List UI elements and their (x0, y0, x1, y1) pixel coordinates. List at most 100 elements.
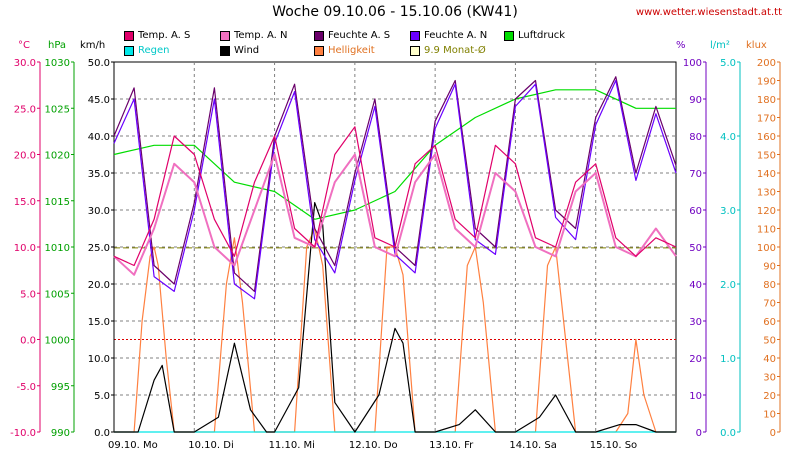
tick-label-temp: 0.0 (20, 336, 36, 347)
x-tick-label: 09.10. Mo (108, 440, 158, 451)
tick-label-light: 110 (757, 225, 776, 236)
tick-label-temp: -5.0 (16, 382, 36, 393)
legend-luftdruck: Luftdruck (504, 30, 565, 41)
tick-label-wind: 15.0 (88, 317, 110, 328)
tick-label-light: 60 (763, 317, 776, 328)
tick-label-light: 140 (757, 169, 776, 180)
x-tick-label: 11.10. Mi (269, 440, 315, 451)
tick-label-humidity: 30 (689, 317, 702, 328)
tick-label-wind: 0.0 (94, 428, 110, 439)
tick-label-light: 170 (757, 114, 776, 125)
tick-label-light: 180 (757, 95, 776, 106)
x-tick-label: 13.10. Fr (429, 440, 474, 451)
legend-temp-a-s: Temp. A. S (124, 30, 190, 41)
tick-label-temp: 30.0 (14, 58, 36, 69)
tick-label-wind: 20.0 (88, 280, 110, 291)
tick-label-light: 120 (757, 206, 776, 217)
legend-wind: Wind (220, 45, 259, 56)
unit-temp: °C (18, 40, 30, 51)
x-tick-label: 15.10. So (590, 440, 637, 451)
tick-label-pressure: 1025 (45, 104, 70, 115)
legend-monat-avg: 9.9 Monat-Ø (410, 45, 486, 56)
tick-label-temp: -10.0 (10, 428, 36, 439)
tick-label-light: 0 (770, 428, 776, 439)
tick-label-temp: 5.0 (20, 289, 36, 300)
legend-swatch (314, 45, 324, 56)
legend-swatch (220, 30, 230, 41)
legend-swatch (410, 45, 420, 56)
tick-label-light: 190 (757, 77, 776, 88)
tick-label-pressure: 995 (51, 382, 70, 393)
legend-swatch (220, 45, 230, 56)
tick-label-rain: 1.0 (720, 354, 736, 365)
tick-label-wind: 35.0 (88, 169, 110, 180)
tick-label-light: 200 (757, 58, 776, 69)
legend-helligkeit: Helligkeit (314, 45, 375, 56)
legend-label: Feuchte A. S (328, 30, 391, 41)
tick-label-light: 10 (763, 410, 776, 421)
legend-swatch (124, 45, 134, 56)
tick-label-temp: 25.0 (14, 104, 36, 115)
tick-label-pressure: 1015 (45, 197, 70, 208)
tick-label-humidity: 100 (683, 58, 702, 69)
tick-label-pressure: 1005 (45, 289, 70, 300)
tick-label-pressure: 1000 (45, 336, 70, 347)
legend-label: Helligkeit (328, 45, 375, 56)
unit-wind: km/h (80, 40, 106, 51)
tick-label-light: 70 (763, 299, 776, 310)
tick-label-wind: 10.0 (88, 354, 110, 365)
unit-pressure: hPa (48, 40, 67, 51)
tick-label-rain: 5.0 (720, 58, 736, 69)
legend-label: Regen (138, 45, 170, 56)
tick-label-light: 80 (763, 280, 776, 291)
tick-label-rain: 4.0 (720, 132, 736, 143)
tick-label-temp: 10.0 (14, 243, 36, 254)
tick-label-pressure: 1020 (45, 151, 70, 162)
tick-label-humidity: 0 (696, 428, 702, 439)
legend-label: Wind (234, 45, 260, 56)
tick-label-humidity: 90 (689, 95, 702, 106)
unit-humidity: % (676, 40, 686, 51)
tick-label-wind: 25.0 (88, 243, 110, 254)
tick-label-humidity: 50 (689, 243, 702, 254)
tick-label-light: 130 (757, 188, 776, 199)
legend-label: Temp. A. N (234, 30, 288, 41)
tick-label-wind: 5.0 (94, 391, 110, 402)
tick-label-light: 40 (763, 354, 776, 365)
tick-label-wind: 40.0 (88, 132, 110, 143)
x-tick-label: 12.10. Do (349, 440, 398, 451)
legend-swatch (504, 30, 514, 41)
tick-label-humidity: 10 (689, 391, 702, 402)
legend-swatch (124, 30, 134, 41)
legend-swatch (314, 30, 324, 41)
weather-chart: 30.025.020.015.010.05.00.0-5.0-10.010301… (10, 58, 781, 451)
tick-label-light: 160 (757, 132, 776, 143)
tick-label-temp: 20.0 (14, 151, 36, 162)
legend-label: Feuchte A. N (424, 30, 488, 41)
tick-label-humidity: 70 (689, 169, 702, 180)
source-url[interactable]: www.wetter.wiesenstadt.at.tt (636, 7, 782, 18)
x-tick-label: 10.10. Di (188, 440, 233, 451)
legend-regen: Regen (124, 45, 170, 56)
legend-label: 9.9 Monat-Ø (424, 45, 486, 56)
tick-label-humidity: 40 (689, 280, 702, 291)
tick-label-pressure: 1010 (45, 243, 70, 254)
tick-label-rain: 2.0 (720, 280, 736, 291)
tick-label-temp: 15.0 (14, 197, 36, 208)
tick-label-light: 90 (763, 262, 776, 273)
tick-label-wind: 30.0 (88, 206, 110, 217)
legend-feuchte-a-s: Feuchte A. S (314, 30, 390, 41)
tick-label-light: 30 (763, 373, 776, 384)
tick-label-wind: 50.0 (88, 58, 110, 69)
tick-label-light: 20 (763, 391, 776, 402)
tick-label-humidity: 20 (689, 354, 702, 365)
tick-label-rain: 0.0 (720, 428, 736, 439)
tick-label-rain: 3.0 (720, 206, 736, 217)
legend-label: Luftdruck (518, 30, 566, 41)
tick-label-humidity: 80 (689, 132, 702, 143)
x-tick-label: 14.10. Sa (509, 440, 556, 451)
unit-rain: l/m² (710, 40, 730, 51)
legend-feuchte-a-n: Feuchte A. N (410, 30, 487, 41)
tick-label-pressure: 1030 (45, 58, 70, 69)
tick-label-light: 50 (763, 336, 776, 347)
